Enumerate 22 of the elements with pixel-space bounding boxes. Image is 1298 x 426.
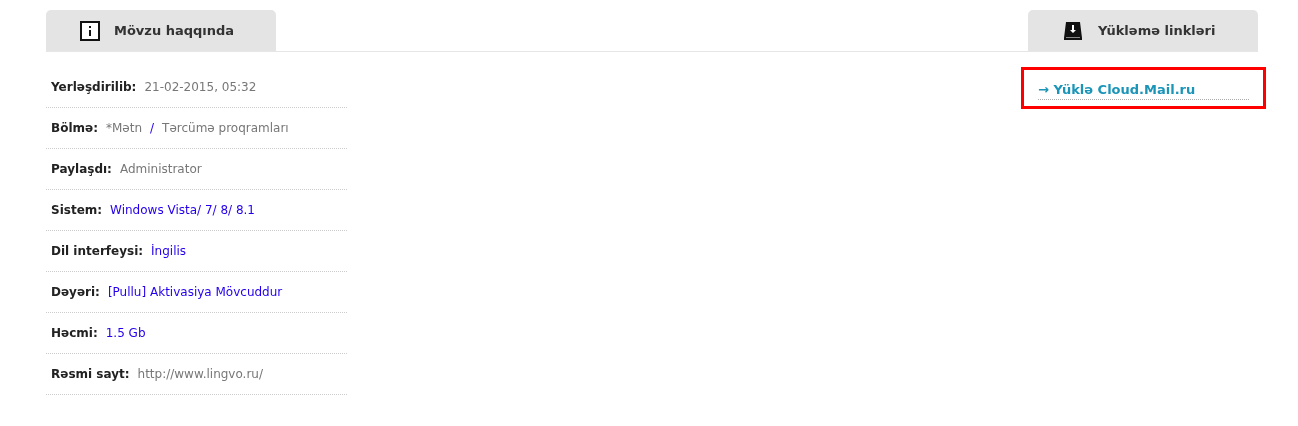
field-label: Dəyəri: <box>51 285 100 299</box>
download-drive-icon <box>1062 19 1084 42</box>
field-label: Rəsmi sayt: <box>51 367 130 381</box>
info-icon <box>80 20 100 41</box>
field-label: Paylaşdı: <box>51 162 112 176</box>
field-link[interactable]: 1.5 Gb <box>105 326 146 340</box>
field-value: *Mətn <box>105 121 142 135</box>
tab[interactable]: Yükləmə linkləri <box>1028 10 1258 51</box>
field-label: Sistem: <box>51 203 103 217</box>
tab[interactable]: Mövzu haqqında <box>46 10 276 51</box>
field-label: Bölmə: <box>51 121 98 135</box>
field-link[interactable]: Windows Vista/ 7/ 8/ 8.1 <box>110 203 255 217</box>
field-value: http://www.lingvo.ru/ <box>137 367 263 381</box>
field-label: Həcmi: <box>51 326 98 340</box>
field-label: Yerləşdirilib: <box>51 80 137 94</box>
field-value: 21-02-2015, 05:32 <box>144 80 257 94</box>
field-link[interactable]: / <box>150 121 155 135</box>
field-value: Tərcümə proqramları <box>162 121 289 135</box>
field-label: Dil interfeysi: <box>51 244 144 258</box>
field-value: Administrator <box>119 162 202 176</box>
field-link[interactable]: İngilis <box>151 244 187 258</box>
field-link[interactable]: [Pullu] Aktivasiya Mövcuddur <box>107 285 283 299</box>
